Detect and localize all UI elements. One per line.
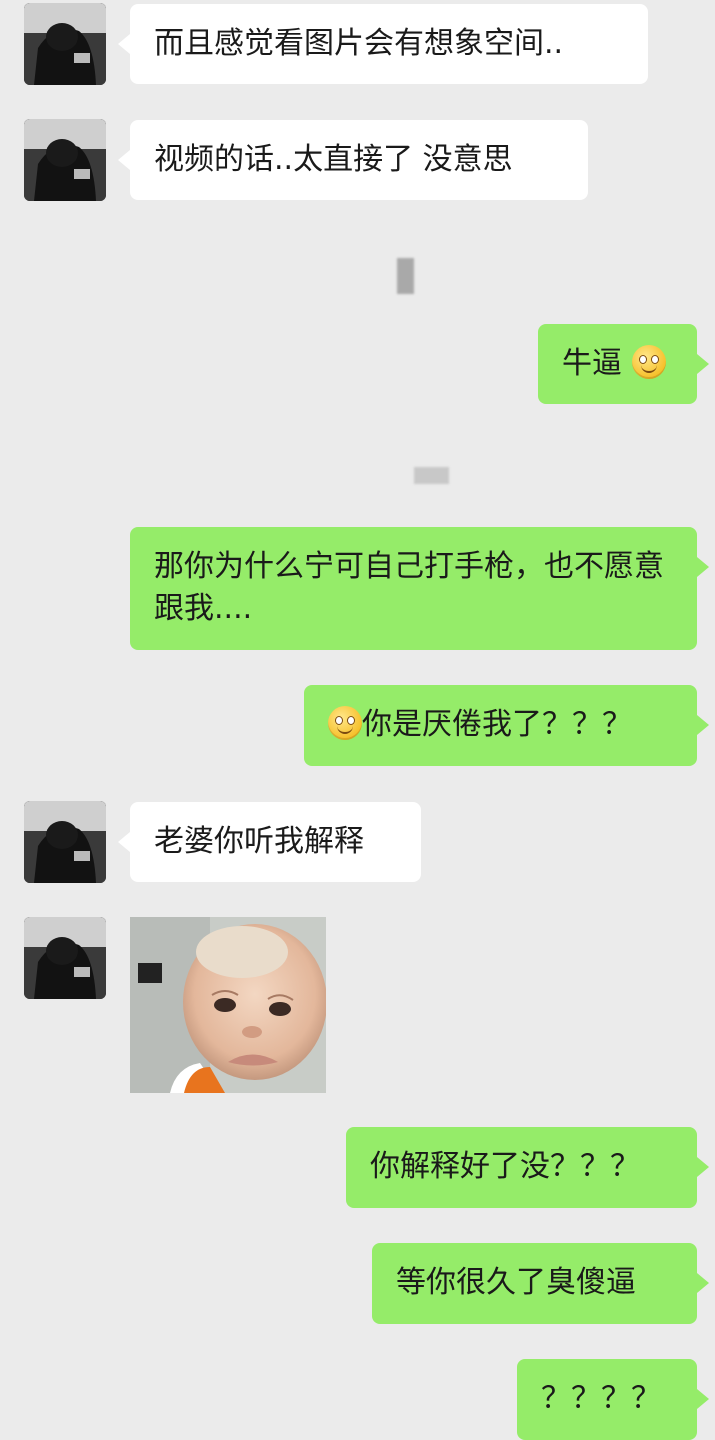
contact-avatar[interactable] bbox=[24, 119, 106, 201]
message-text: 视频的话..太直接了 没意思 bbox=[154, 142, 513, 177]
contact-avatar[interactable] bbox=[24, 917, 106, 999]
message-text: 那你为什么宁可自己打手枪，也不愿意跟我.... bbox=[154, 549, 664, 626]
redacted-mark bbox=[414, 467, 449, 484]
message-text: ？？？？ bbox=[541, 1381, 661, 1416]
message-text: 牛逼 bbox=[562, 346, 622, 381]
message-bubble[interactable]: 视频的话..太直接了 没意思 bbox=[130, 120, 588, 200]
message-text: 等你很久了臭傻逼 bbox=[396, 1265, 636, 1300]
redacted-mark bbox=[397, 258, 414, 294]
message-bubble[interactable]: 老婆你听我解释 bbox=[130, 802, 421, 882]
message-text: 你是厌倦我了？？？ bbox=[362, 707, 632, 742]
smile-emoji-icon bbox=[328, 706, 362, 740]
smile-emoji-icon bbox=[631, 345, 666, 379]
message-text: 你解释好了没？？？ bbox=[370, 1149, 640, 1184]
message-bubble[interactable]: ？？？？ bbox=[517, 1359, 697, 1440]
message-bubble[interactable]: 那你为什么宁可自己打手枪，也不愿意跟我.... bbox=[130, 527, 697, 650]
contact-avatar[interactable] bbox=[24, 801, 106, 883]
message-text: 而且感觉看图片会有想象空间.. bbox=[154, 26, 564, 61]
crying-baby-sticker[interactable] bbox=[130, 917, 326, 1093]
message-bubble[interactable]: 而且感觉看图片会有想象空间.. bbox=[130, 4, 648, 84]
contact-avatar[interactable] bbox=[24, 3, 106, 85]
message-bubble[interactable]: 你解释好了没？？？ bbox=[346, 1127, 697, 1208]
message-bubble[interactable]: 等你很久了臭傻逼 bbox=[372, 1243, 697, 1324]
message-bubble[interactable]: 你是厌倦我了？？？ bbox=[304, 685, 697, 766]
message-text: 老婆你听我解释 bbox=[154, 824, 364, 859]
message-bubble[interactable]: 牛逼 bbox=[538, 324, 697, 404]
